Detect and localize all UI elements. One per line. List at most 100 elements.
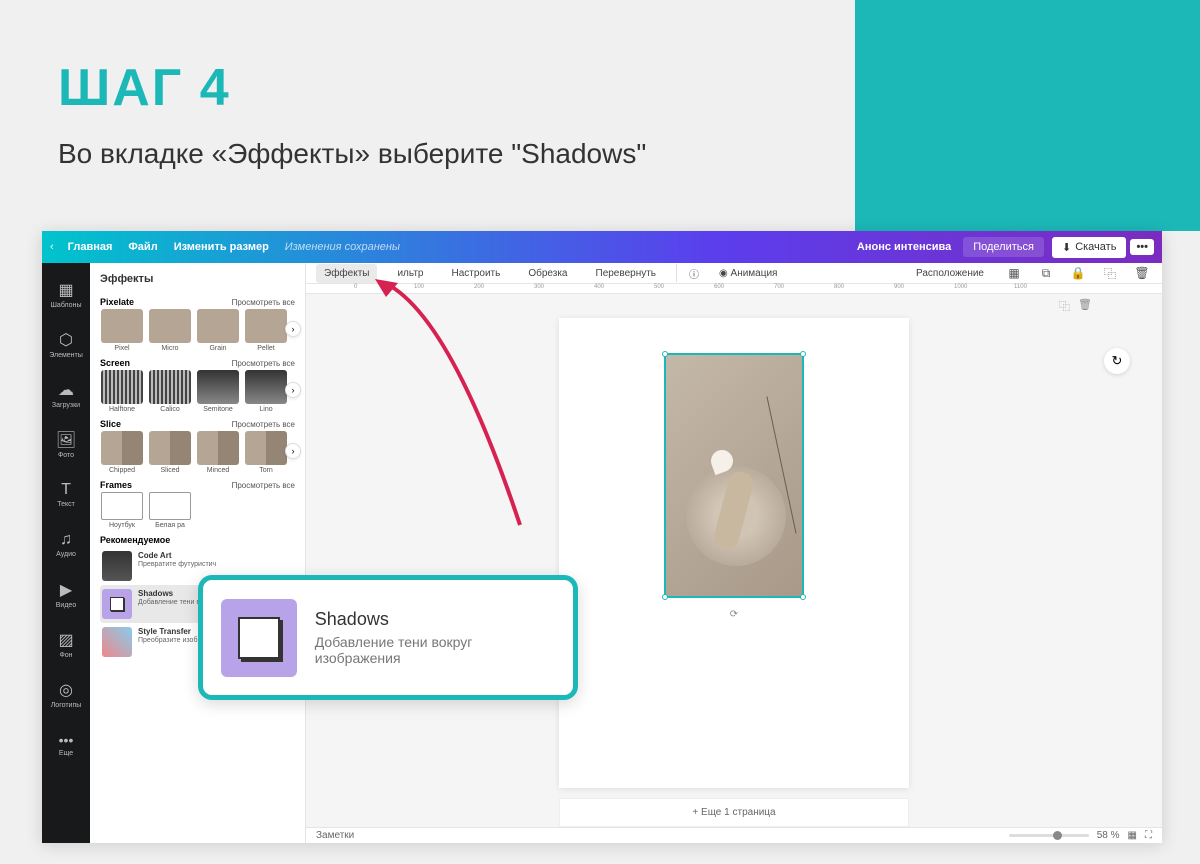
scroll-right-icon[interactable]: ›	[285, 382, 301, 398]
templates-icon: ▦	[58, 280, 73, 300]
section-name: Screen	[100, 358, 130, 368]
effect-pixel[interactable]: Pixel	[100, 309, 144, 352]
nav-uploads[interactable]: ☁Загрузки	[42, 369, 90, 419]
rotate-handle[interactable]: ⟳	[730, 609, 738, 620]
file-menu[interactable]: Файл	[128, 241, 157, 253]
main-area: ▦Шаблоны ⬡Элементы ☁Загрузки 🖼Фото TТекс…	[42, 263, 1162, 843]
resize-handle[interactable]	[662, 594, 668, 600]
canvas-area: Эффекты ильтр Настроить Обрезка Переверн…	[306, 263, 1162, 843]
grid-view-icon[interactable]: ▦	[1128, 830, 1137, 841]
top-bar: ‹ Главная Файл Изменить размер Изменения…	[42, 231, 1162, 263]
effect-minced[interactable]: Minced	[196, 431, 240, 474]
elements-icon: ⬡	[59, 330, 73, 350]
download-button[interactable]: ⬇ Скачать	[1052, 237, 1126, 258]
effect-pellet[interactable]: Pellet	[244, 309, 288, 352]
announce-label: Анонс интенсива	[857, 241, 951, 253]
section-screen: Screen Просмотреть все Halftone Calico Se…	[100, 356, 295, 413]
scroll-right-icon[interactable]: ›	[285, 443, 301, 459]
info-icon[interactable]: ⓘ	[689, 266, 699, 281]
section-name: Pixelate	[100, 297, 134, 307]
nav-more[interactable]: •••Еще	[42, 719, 90, 769]
selected-image[interactable]: ⟳	[664, 353, 804, 598]
panel-title: Эффекты	[100, 263, 295, 295]
effects-tab[interactable]: Эффекты	[316, 264, 377, 283]
more-icon: •••	[59, 732, 74, 748]
section-slice: Slice Просмотреть все Chipped Sliced Minc…	[100, 417, 295, 474]
shadows-callout: Shadows Добавление тени вокруг изображен…	[198, 575, 578, 700]
delete-page-icon[interactable]: 🗑	[1078, 298, 1092, 314]
photo-icon: 🖼	[56, 430, 76, 450]
background-icon: ▨	[58, 630, 73, 650]
back-icon[interactable]: ‹	[50, 241, 54, 253]
nav-background[interactable]: ▨Фон	[42, 619, 90, 669]
resize-handle[interactable]	[662, 351, 668, 357]
effect-semitone[interactable]: Semitone	[196, 370, 240, 413]
sidebar-nav: ▦Шаблоны ⬡Элементы ☁Загрузки 🖼Фото TТекс…	[42, 263, 90, 843]
nav-templates[interactable]: ▦Шаблоны	[42, 269, 90, 319]
callout-title: Shadows	[315, 609, 555, 630]
resize-handle[interactable]	[800, 594, 806, 600]
canvas-content[interactable]: ⿻ 🗑 ↻	[306, 294, 1162, 827]
crop-tab[interactable]: Обрезка	[520, 264, 575, 283]
section-name: Slice	[100, 419, 121, 429]
view-all-link[interactable]: Просмотреть все	[232, 298, 295, 307]
nav-logos[interactable]: ◎Логотипы	[42, 669, 90, 719]
duplicate-page-icon[interactable]: ⿻	[1059, 298, 1070, 314]
effect-torn[interactable]: Torn	[244, 431, 288, 474]
home-link[interactable]: Главная	[68, 241, 113, 253]
decoration-block	[855, 0, 1200, 231]
flip-tab[interactable]: Перевернуть	[588, 264, 665, 283]
effect-micro[interactable]: Micro	[148, 309, 192, 352]
canvas-page[interactable]: ⟳	[559, 318, 909, 788]
shadows-icon	[221, 599, 297, 677]
resize-handle[interactable]	[800, 351, 806, 357]
frame-laptop[interactable]: Ноутбук	[100, 492, 144, 529]
view-all-link[interactable]: Просмотреть все	[232, 359, 295, 368]
video-icon: ▶	[60, 580, 72, 600]
text-icon: T	[61, 481, 71, 499]
transparency-icon[interactable]: ▦	[1004, 263, 1024, 283]
adjust-tab[interactable]: Настроить	[443, 264, 508, 283]
nav-video[interactable]: ▶Видео	[42, 569, 90, 619]
view-all-link[interactable]: Просмотреть все	[232, 481, 295, 490]
link-icon[interactable]: ⧉	[1036, 263, 1056, 283]
fullscreen-icon[interactable]: ⛶	[1145, 830, 1152, 841]
effect-sliced[interactable]: Sliced	[148, 431, 192, 474]
sync-button[interactable]: ↻	[1104, 348, 1130, 374]
zoom-value: 58 %	[1097, 830, 1120, 841]
copy-icon[interactable]: ⿻	[1100, 263, 1120, 283]
share-button[interactable]: Поделиться	[963, 237, 1044, 257]
bottom-bar: Заметки 58 % ▦ ⛶	[306, 827, 1162, 843]
callout-desc: Добавление тени вокруг изображения	[315, 634, 555, 666]
app-window: ‹ Главная Файл Изменить размер Изменения…	[42, 231, 1162, 843]
nav-elements[interactable]: ⬡Элементы	[42, 319, 90, 369]
save-status: Изменения сохранены	[285, 241, 400, 253]
notes-button[interactable]: Заметки	[316, 830, 1001, 841]
frame-white[interactable]: Белая ра	[148, 492, 192, 529]
download-icon: ⬇	[1062, 241, 1071, 254]
view-all-link[interactable]: Просмотреть все	[232, 420, 295, 429]
nav-photo[interactable]: 🖼Фото	[42, 419, 90, 469]
animate-tab[interactable]: ◉ Анимация	[711, 264, 785, 283]
effect-halftone[interactable]: Halftone	[100, 370, 144, 413]
effects-panel: Эффекты Pixelate Просмотреть все Pixel Mi…	[90, 263, 306, 843]
zoom-slider[interactable]	[1009, 834, 1089, 837]
nav-audio[interactable]: ♫Аудио	[42, 519, 90, 569]
lock-icon[interactable]: 🔒	[1068, 263, 1088, 283]
filter-tab[interactable]: ильтр	[389, 264, 431, 283]
tools-bar: Эффекты ильтр Настроить Обрезка Переверн…	[306, 263, 1162, 284]
section-frames: Frames Просмотреть все Ноутбук Белая ра	[100, 478, 295, 529]
section-name: Frames	[100, 480, 132, 490]
position-button[interactable]: Расположение	[908, 264, 992, 283]
effect-grain[interactable]: Grain	[196, 309, 240, 352]
effect-lino[interactable]: Lino	[244, 370, 288, 413]
more-button[interactable]: •••	[1130, 239, 1154, 255]
add-page-button[interactable]: + Еще 1 страница	[559, 798, 909, 827]
effect-chipped[interactable]: Chipped	[100, 431, 144, 474]
scroll-right-icon[interactable]: ›	[285, 321, 301, 337]
trash-icon[interactable]: 🗑	[1132, 263, 1152, 283]
section-pixelate: Pixelate Просмотреть все Pixel Micro Grai…	[100, 295, 295, 352]
resize-menu[interactable]: Изменить размер	[174, 241, 269, 253]
nav-text[interactable]: TТекст	[42, 469, 90, 519]
effect-calico[interactable]: Calico	[148, 370, 192, 413]
